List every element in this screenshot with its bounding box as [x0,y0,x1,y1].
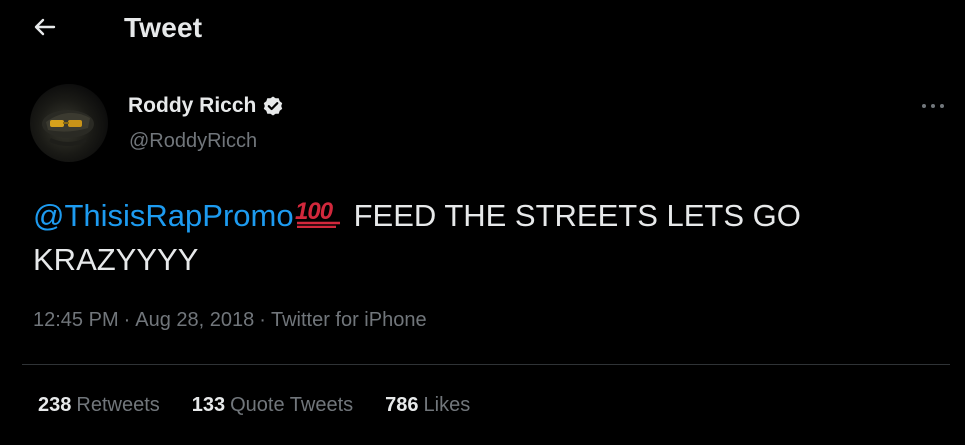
quote-tweets-count: 133 [191,394,226,416]
tweet-time[interactable]: 12:45 PM [33,309,119,331]
retweets-stat[interactable]: 238 Retweets [38,394,160,417]
svg-text:100: 100 [295,198,334,225]
tweet-body: @ThisisRapPromo 100 FEED THE STREETS LET… [33,194,933,282]
author-display-name[interactable]: Roddy Ricch [128,94,284,118]
quote-tweets-stat[interactable]: 133 Quote Tweets [192,394,353,417]
hundred-points-icon: 100 [294,198,344,228]
verified-badge-icon [262,95,284,117]
top-bar: Tweet [0,0,965,60]
mention-link[interactable]: @ThisisRapPromo [33,198,294,233]
divider [22,364,950,365]
retweets-count: 238 [38,394,72,416]
tweet-date[interactable]: Aug 28, 2018 [135,309,254,331]
quote-tweets-label: Quote Tweets [230,394,354,416]
meta-separator: · [123,309,131,331]
back-arrow-icon[interactable] [30,12,60,42]
tweet-source[interactable]: Twitter for iPhone [271,309,427,331]
avatar[interactable] [30,84,108,162]
meta-separator: · [259,309,266,331]
tweet-stats: 238 Retweets 133 Quote Tweets 786 Likes [38,394,470,417]
author-handle[interactable]: @RoddyRicch [129,130,257,153]
author-name-text: Roddy Ricch [128,94,257,117]
tweet-metadata: 12:45 PM · Aug 28, 2018 · Twitter for iPhone [33,309,427,332]
likes-label: Likes [423,394,471,416]
page-title: Tweet [124,12,203,43]
more-options-icon[interactable] [918,96,948,116]
retweets-label: Retweets [76,394,160,416]
likes-stat[interactable]: 786 Likes [385,394,470,417]
likes-count: 786 [385,394,419,416]
